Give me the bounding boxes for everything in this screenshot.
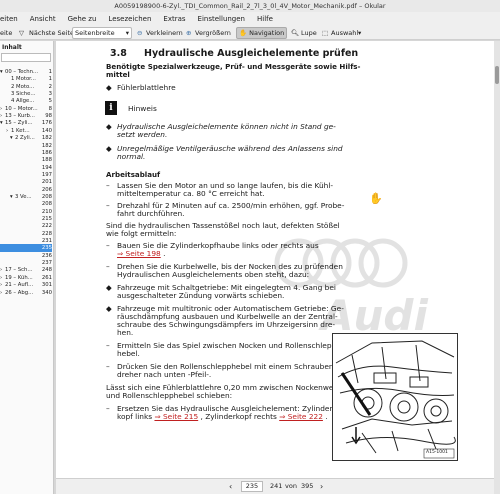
sidebar-tree-label: 26 – Abg... xyxy=(5,289,34,296)
sidebar-tree-page: 340 xyxy=(41,289,52,296)
next-page-arrow-icon[interactable]: › xyxy=(320,482,323,491)
page-link[interactable]: ⇒ Seite 215 xyxy=(154,412,198,421)
dash-marker: – xyxy=(106,262,110,271)
window-title: A0059198900-6-Zyl._TDI_Common_Rail_2_7l_… xyxy=(0,0,500,12)
step-line: Ermitteln Sie das Spiel zwischen Nocken … xyxy=(117,341,339,350)
step-line: hebel. xyxy=(117,349,140,358)
hinweis-heading: Hinweis xyxy=(128,104,157,113)
document-page: Audi 3.8 Hydraulische Ausgleichelemente … xyxy=(56,41,494,478)
toolbar: eite ▽ Nächste Seite Seitenbreite ▾ ⊖ Ve… xyxy=(0,26,500,40)
tools-heading-line2: mittel xyxy=(106,70,130,79)
chevron-down-icon: ▾ xyxy=(125,29,129,37)
tool-item: Fühlerblattlehre xyxy=(117,83,176,92)
previous-page-button[interactable]: eite xyxy=(0,28,12,38)
zoom-in-icon: ⊕ xyxy=(186,29,192,37)
step-line: Hydraulischen Ausgleichelements oben ste… xyxy=(117,270,310,279)
of-label: von xyxy=(285,482,297,490)
selection-button[interactable]: Auswahl xyxy=(331,28,358,38)
zoom-mode-select[interactable]: Seitenbreite ▾ xyxy=(72,27,132,39)
magnifier-icon: 🔍︎ xyxy=(291,29,300,37)
figure-code: A15-1001 xyxy=(426,450,448,455)
section-number: 3.8 xyxy=(110,48,127,59)
collapse-arrow-icon[interactable]: › xyxy=(0,289,2,297)
navigation-button[interactable]: ✋ Navigation xyxy=(236,27,288,39)
bullet-diamond-icon: ◆ xyxy=(106,144,112,153)
zoom-out-icon: ⊖ xyxy=(137,29,143,37)
current-page-input[interactable]: 235 xyxy=(241,481,263,492)
total-pages: 395 xyxy=(301,482,314,490)
page-link[interactable]: ⇒ Seite 222 xyxy=(279,412,323,421)
note-line: normal. xyxy=(117,152,146,161)
bullet-line: hen. xyxy=(117,328,134,337)
hand-cursor-icon: ✋ xyxy=(369,192,383,205)
step-line: fahrt durchführen. xyxy=(117,209,185,218)
menu-bar: eiten Ansicht Gehe zu Lesezeichen Extras… xyxy=(0,12,500,26)
menu-item-gehe-zu[interactable]: Gehe zu xyxy=(68,15,97,23)
bullet-line: schraube des Schwingungsdämpfers im Uhrz… xyxy=(117,320,336,329)
hand-icon: ✋ xyxy=(239,29,248,37)
step-line: kopf links ⇒ Seite 215 , Zylinderkopf re… xyxy=(117,412,328,421)
bullet-line: ausgeschalteter Zündung vorwärts schiebe… xyxy=(117,291,285,300)
bullet-diamond-icon: ◆ xyxy=(106,304,112,313)
next-page-button[interactable]: Nächste Seite xyxy=(29,28,74,38)
zoom-in-button[interactable]: Vergrößern xyxy=(195,28,231,38)
lupe-button[interactable]: Lupe xyxy=(301,28,317,38)
chevron-down-icon: ▾ xyxy=(358,29,362,37)
sidebar-title: Inhalt xyxy=(2,44,22,51)
tools-heading-line1: Benötigte Spezialwerkzeuge, Prüf- und Me… xyxy=(106,62,361,71)
dash-marker: – xyxy=(106,181,110,190)
page-navigation-bar: ‹ 235 241 von 395 › xyxy=(56,478,494,494)
arbeitsablauf-heading: Arbeitsablauf xyxy=(106,170,161,179)
section-title: Hydraulische Ausgleichelemente prüfen xyxy=(144,48,359,59)
bullet-diamond-icon: ◆ xyxy=(106,122,112,131)
scrollbar-thumb[interactable] xyxy=(495,66,499,84)
paragraph-line: wie folgt ermitteln: xyxy=(106,229,177,238)
dash-marker: – xyxy=(106,341,110,350)
dash-marker: – xyxy=(106,241,110,250)
zoom-mode-value: Seitenbreite xyxy=(75,29,115,37)
previous-page-arrow-icon[interactable]: ‹ xyxy=(229,482,232,491)
next-page-arrow-icon: ▽ xyxy=(19,29,24,37)
bullet-diamond-icon: ◆ xyxy=(106,283,112,292)
note-line: Unregelmäßige Ventilgeräusche während de… xyxy=(117,144,343,153)
sidebar-tree-item[interactable]: › 26 – Abg... 340 xyxy=(0,289,52,297)
menu-item-ansicht[interactable]: Ansicht xyxy=(30,15,56,23)
bullet-diamond-icon: ◆ xyxy=(106,83,112,92)
step-line: ⇒ Seite 198 . xyxy=(117,249,166,258)
menu-item-seiten[interactable]: eiten xyxy=(0,15,18,23)
engine-illustration xyxy=(332,333,458,461)
step-line: mitteltemperatur ca. 80 °C erreicht hat. xyxy=(117,189,265,198)
dash-marker: – xyxy=(106,404,110,413)
step-line: dreher nach unten -Pfeil-. xyxy=(117,370,212,379)
note-line: setzt werden. xyxy=(117,130,168,139)
zoom-out-button[interactable]: Verkleinern xyxy=(146,28,183,38)
page-label: 241 xyxy=(270,482,283,490)
dash-marker: – xyxy=(106,201,110,210)
contents-sidebar: Inhalt ▾ 00 – Techn... 1 1 Motor... 1 2 Moto.… xyxy=(0,41,54,494)
dash-marker: – xyxy=(106,362,110,371)
document-scrollbar[interactable] xyxy=(494,41,500,494)
navigation-label: Navigation xyxy=(249,29,285,37)
menu-item-lesezeichen[interactable]: Lesezeichen xyxy=(108,15,151,23)
info-icon: i xyxy=(105,101,117,115)
sidebar-search-input[interactable] xyxy=(1,53,51,62)
menu-item-hilfe[interactable]: Hilfe xyxy=(257,15,273,23)
menu-item-einstellungen[interactable]: Einstellungen xyxy=(198,15,245,23)
paragraph-line: und Rollenschlepphebel schieben: xyxy=(106,391,233,400)
page-link[interactable]: ⇒ Seite 198 xyxy=(117,249,161,258)
menu-item-extras[interactable]: Extras xyxy=(163,15,185,23)
selection-icon: ⬚ xyxy=(322,29,329,37)
